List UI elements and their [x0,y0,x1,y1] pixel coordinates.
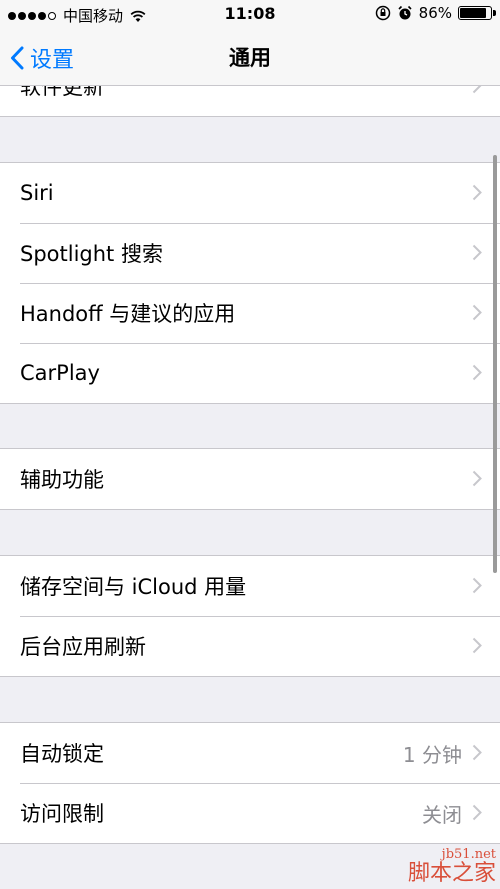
row-value: 关闭 [422,802,462,827]
row-carplay[interactable]: CarPlay [0,343,500,403]
page-title: 通用 [229,46,271,70]
chevron-right-icon [472,304,482,321]
row-label: 自动锁定 [20,742,104,766]
group-lock-restrictions: 自动锁定 1 分钟 访问限制 关闭 [0,722,500,844]
row-storage-icloud[interactable]: 储存空间与 iCloud 用量 [0,556,500,616]
row-handoff[interactable]: Handoff 与建议的应用 [0,283,500,343]
group-accessibility: 辅助功能 [0,448,500,510]
group-storage-background: 储存空间与 iCloud 用量 后台应用刷新 [0,555,500,677]
scroll-indicator [493,155,497,573]
row-spotlight[interactable]: Spotlight 搜索 [0,223,500,283]
row-label: 访问限制 [20,802,104,826]
chevron-right-icon [472,470,482,487]
battery-icon [458,6,496,20]
watermark-text: 脚本之家 [407,860,496,886]
row-label: 后台应用刷新 [20,635,146,659]
row-label: Spotlight 搜索 [20,242,163,266]
row-label: 辅助功能 [20,468,104,492]
orientation-lock-icon [375,5,390,21]
chevron-right-icon [472,244,482,261]
row-accessibility[interactable]: 辅助功能 [0,449,500,509]
row-value: 1 分钟 [402,742,462,767]
row-restrictions[interactable]: 访问限制 关闭 [0,783,500,843]
status-right: 86% [375,4,496,22]
chevron-right-icon [472,804,482,821]
row-auto-lock[interactable]: 自动锁定 1 分钟 [0,723,500,783]
row-label: 储存空间与 iCloud 用量 [20,575,247,599]
watermark-url: jb51.net [441,847,496,863]
top-bar: 中国移动 11:08 86% 设置 通用 [0,0,500,86]
watermark: jb51.net 脚本之家 [408,848,496,885]
chevron-right-icon [472,637,482,654]
row-background-refresh[interactable]: 后台应用刷新 [0,616,500,676]
status-bar: 中国移动 11:08 86% [0,0,500,28]
chevron-right-icon [472,577,482,594]
chevron-right-icon [472,184,482,201]
row-label: CarPlay [20,361,100,385]
group-siri-carplay: Siri Spotlight 搜索 Handoff 与建议的应用 CarPlay [0,162,500,404]
chevron-right-icon [472,364,482,381]
row-siri[interactable]: Siri [0,163,500,223]
battery-percent: 86% [418,4,452,22]
row-label: Handoff 与建议的应用 [20,302,236,326]
row-label: Siri [20,181,54,205]
chevron-right-icon [472,744,482,761]
navigation-bar: 设置 通用 [0,28,500,84]
battery-fill [460,8,486,18]
alarm-icon [398,5,412,20]
